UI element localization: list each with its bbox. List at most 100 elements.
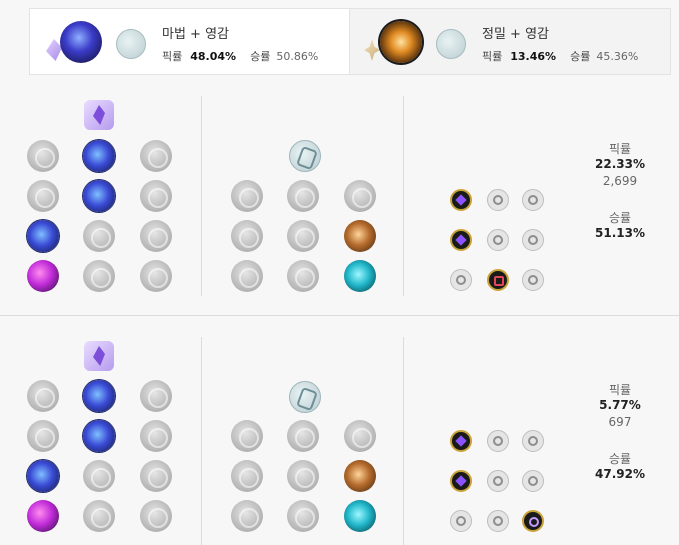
magical-footwear-icon[interactable] bbox=[287, 420, 319, 452]
ring-icon bbox=[528, 476, 538, 486]
waterwalking-icon[interactable] bbox=[83, 260, 115, 292]
adaptive-force-shard-selected-icon[interactable] bbox=[450, 470, 472, 492]
celerity-icon[interactable] bbox=[83, 460, 115, 492]
perfect-timing-icon[interactable] bbox=[344, 420, 376, 452]
magical-footwear-icon[interactable] bbox=[287, 180, 319, 212]
absolute-focus-icon[interactable] bbox=[140, 460, 172, 492]
rune-page-1: 픽률 22.33% 2,699 승률 51.13% bbox=[0, 96, 679, 310]
ring-icon bbox=[528, 275, 538, 285]
magic-resist-shard-icon[interactable] bbox=[522, 269, 544, 291]
health-shard-icon[interactable] bbox=[450, 269, 472, 291]
rune-page-2: 픽률 5.77% 697 승률 47.92% bbox=[0, 337, 679, 545]
tab-stats: 픽률 13.46% 승률 45.36% bbox=[482, 48, 638, 64]
inspiration-path-icon bbox=[289, 381, 321, 413]
win-rate-label: 승률 bbox=[608, 211, 632, 225]
summon-aery-icon[interactable] bbox=[27, 380, 59, 412]
pick-rate-value: 48.04% bbox=[190, 50, 237, 63]
cosmic-insight-icon[interactable] bbox=[231, 500, 263, 532]
pick-rate-label: 픽률 bbox=[482, 50, 503, 63]
adaptive-force-shard-selected-icon[interactable] bbox=[450, 430, 472, 452]
armor-shard-icon[interactable] bbox=[487, 229, 509, 251]
transcendence-selected-icon[interactable] bbox=[27, 460, 59, 492]
futures-market-icon[interactable] bbox=[231, 220, 263, 252]
cosmic-insight-icon[interactable] bbox=[231, 260, 263, 292]
inspiration-path-icon bbox=[116, 29, 146, 59]
shield-icon bbox=[494, 276, 504, 286]
tab-stats: 픽률 48.04% 승률 50.86% bbox=[162, 48, 318, 64]
win-rate-value: 45.36% bbox=[596, 50, 639, 63]
arcane-comet-selected-icon[interactable] bbox=[83, 140, 115, 172]
magic-resist-shard-selected-icon[interactable] bbox=[522, 510, 544, 532]
gathering-storm-icon[interactable] bbox=[140, 260, 172, 292]
ability-haste-shard-icon[interactable] bbox=[522, 189, 544, 211]
time-warp-tonic-selected-icon[interactable] bbox=[344, 500, 376, 532]
sorcery-path-icon bbox=[84, 100, 114, 130]
approach-velocity-icon[interactable] bbox=[287, 500, 319, 532]
tab-sorcery-inspiration[interactable]: 마법 + 영감 픽률 48.04% 승률 50.86% bbox=[29, 8, 350, 75]
minion-dematerializer-icon[interactable] bbox=[287, 220, 319, 252]
approach-velocity-icon[interactable] bbox=[287, 260, 319, 292]
nullifying-orb-icon[interactable] bbox=[27, 420, 59, 452]
perfect-timing-icon[interactable] bbox=[344, 180, 376, 212]
scorch-selected-icon[interactable] bbox=[27, 260, 59, 292]
adaptive-force-shard-selected-icon[interactable] bbox=[450, 189, 472, 211]
hextech-flashtraption-icon[interactable] bbox=[231, 420, 263, 452]
armor-shard-selected-icon[interactable] bbox=[487, 269, 509, 291]
nimbus-cloak-icon[interactable] bbox=[140, 180, 172, 212]
dark-harvest-blue-flame-icon bbox=[60, 21, 102, 63]
waterwalking-icon[interactable] bbox=[83, 500, 115, 532]
attack-speed-icon bbox=[493, 436, 503, 446]
manaflow-band-selected-icon[interactable] bbox=[83, 180, 115, 212]
heart-icon bbox=[456, 516, 466, 526]
attack-speed-shard-icon[interactable] bbox=[487, 430, 509, 452]
ring-icon bbox=[528, 235, 538, 245]
transcendence-selected-icon[interactable] bbox=[27, 220, 59, 252]
hourglass-icon bbox=[528, 195, 538, 205]
page-stats: 픽률 5.77% 697 승률 47.92% bbox=[580, 381, 660, 481]
time-warp-tonic-selected-icon[interactable] bbox=[344, 260, 376, 292]
gathering-storm-icon[interactable] bbox=[140, 500, 172, 532]
tab-title: 마법 + 영감 bbox=[162, 27, 229, 42]
magic-resist-shard-icon[interactable] bbox=[522, 229, 544, 251]
pick-rate-label: 픽률 bbox=[162, 50, 183, 63]
health-shard-icon[interactable] bbox=[450, 510, 472, 532]
phase-rush-icon[interactable] bbox=[140, 140, 172, 172]
pick-rate-value: 5.77% bbox=[599, 398, 641, 412]
precision-path-icon bbox=[364, 39, 380, 61]
heart-icon bbox=[456, 275, 466, 285]
attack-speed-shard-icon[interactable] bbox=[487, 189, 509, 211]
win-rate-label: 승률 bbox=[570, 50, 591, 63]
inspiration-path-icon bbox=[436, 29, 466, 59]
pick-rate-label: 픽률 bbox=[608, 142, 632, 156]
armor-shard-icon[interactable] bbox=[487, 470, 509, 492]
ability-haste-shard-icon[interactable] bbox=[522, 430, 544, 452]
biscuit-delivery-selected-icon[interactable] bbox=[344, 220, 376, 252]
scorch-selected-icon[interactable] bbox=[27, 500, 59, 532]
magic-resist-shard-icon[interactable] bbox=[522, 470, 544, 492]
rune-tree-tabs: 마법 + 영감 픽률 48.04% 승률 50.86% 정밀 + 영감 픽률 13.46… bbox=[29, 8, 671, 75]
tab-precision-inspiration[interactable]: 정밀 + 영감 픽률 13.46% 승률 45.36% bbox=[350, 8, 671, 75]
phase-rush-icon[interactable] bbox=[140, 380, 172, 412]
win-rate-label: 승률 bbox=[608, 452, 632, 466]
attack-speed-icon bbox=[493, 195, 503, 205]
precision-keystone-sun-icon bbox=[380, 21, 422, 63]
absolute-focus-icon[interactable] bbox=[140, 220, 172, 252]
hextech-flashtraption-icon[interactable] bbox=[231, 180, 263, 212]
minion-dematerializer-icon[interactable] bbox=[287, 460, 319, 492]
adaptive-force-shard-selected-icon[interactable] bbox=[450, 229, 472, 251]
arcane-comet-selected-icon[interactable] bbox=[83, 380, 115, 412]
pick-rate-label: 픽률 bbox=[608, 383, 632, 397]
summon-aery-icon[interactable] bbox=[27, 140, 59, 172]
biscuit-delivery-selected-icon[interactable] bbox=[344, 460, 376, 492]
nimbus-cloak-icon[interactable] bbox=[140, 420, 172, 452]
manaflow-band-selected-icon[interactable] bbox=[83, 420, 115, 452]
shield-icon bbox=[493, 516, 503, 526]
futures-market-icon[interactable] bbox=[231, 460, 263, 492]
celerity-icon[interactable] bbox=[83, 220, 115, 252]
win-rate-label: 승률 bbox=[250, 50, 271, 63]
games-count: 2,699 bbox=[602, 174, 638, 188]
armor-shard-icon[interactable] bbox=[487, 510, 509, 532]
nullifying-orb-icon[interactable] bbox=[27, 180, 59, 212]
shield-icon bbox=[493, 476, 503, 486]
games-count: 697 bbox=[608, 415, 632, 429]
